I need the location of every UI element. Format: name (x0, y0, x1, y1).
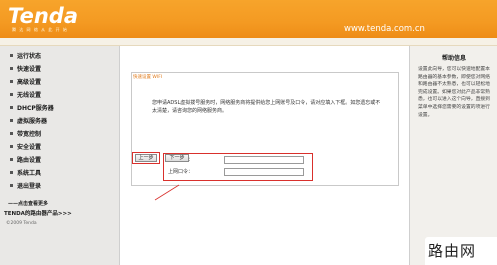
header-sub-bar (0, 38, 497, 46)
promo-link-line2[interactable]: TENDA的路由器产品>>> (4, 209, 72, 217)
bullet-icon (10, 171, 13, 174)
help-text: 设置此向导，您可以快速地配置本路由器的基本参数，即使您对网络和路由器不太熟悉，也… (418, 67, 490, 118)
bullet-icon (10, 184, 13, 187)
annotation-arrow-line (154, 184, 180, 201)
sidebar-item-label: DHCP服务器 (17, 105, 54, 112)
sidebar-item-label: 高级设置 (17, 79, 42, 86)
bullet-icon (10, 158, 13, 161)
promo-link-line1[interactable]: ——点击查看更多 (8, 200, 48, 207)
bullet-icon (10, 67, 13, 70)
sidebar-item-logout[interactable]: 退出登录 (10, 182, 41, 191)
sidebar-item-label: 带宽控制 (17, 131, 42, 138)
annotation-arrow (154, 184, 180, 201)
tenda-logo[interactable]: Tenda (8, 4, 78, 28)
sidebar-item-security[interactable]: 安全设置 (10, 143, 41, 152)
bullet-icon (10, 106, 13, 109)
sidebar-item-label: 退出登录 (17, 183, 42, 190)
sidebar-item-status[interactable]: 运行状态 (10, 52, 41, 61)
help-title: 帮助信息 (441, 55, 466, 62)
sidebar-item-wireless[interactable]: 无线设置 (10, 91, 41, 100)
sidebar-item-dhcp[interactable]: DHCP服务器 (10, 104, 54, 113)
bullet-icon (10, 80, 13, 83)
bullet-icon (10, 54, 13, 57)
sidebar-item-label: 运行状态 (17, 53, 42, 60)
watermark-text: 路由网 (428, 242, 477, 260)
sidebar-item-label: 无线设置 (17, 92, 42, 99)
sidebar-item-label: 虚拟服务器 (17, 118, 48, 125)
sidebar-item-label: 安全设置 (17, 144, 42, 151)
bullet-icon (10, 145, 13, 148)
header-bar: Tenda 腾 达 网 络 从 此 开 始 www.tenda.com.cn (0, 0, 497, 38)
sidebar-item-quick-setup[interactable]: 快速设置 (10, 65, 41, 74)
sidebar-item-system-tools[interactable]: 系统工具 (10, 169, 41, 178)
sidebar-item-bandwidth[interactable]: 带宽控制 (10, 130, 41, 139)
help-panel: 帮助信息 设置此向导，您可以快速地配置本路由器的基本参数，即使您对网络和路由器不… (409, 46, 497, 265)
bullet-icon (10, 119, 13, 122)
sidebar-item-label: 快速设置 (17, 66, 42, 73)
logo-tagline: 腾 达 网 络 从 此 开 始 (12, 27, 68, 32)
sidebar-item-label: 系统工具 (17, 170, 42, 177)
bullet-icon (10, 132, 13, 135)
sidebar-item-routing[interactable]: 路由设置 (10, 156, 41, 165)
sidebar-item-label: 路由设置 (17, 157, 42, 164)
bullet-icon (10, 93, 13, 96)
sidebar-item-advanced[interactable]: 高级设置 (10, 78, 41, 87)
main-content: 快速设置 WIFI 您申请ADSL虚拟拨号服务时，网络服务商将提供给您上网账号及… (121, 46, 409, 265)
sidebar-item-virtual-server[interactable]: 虚拟服务器 (10, 117, 47, 126)
site-url: www.tenda.com.cn (344, 24, 425, 34)
copyright: ©2009 Tenda (6, 221, 37, 226)
watermark: 路由网 (425, 237, 497, 265)
sidebar-nav: 运行状态 快速设置 高级设置 无线设置 DHCP服务器 虚拟服务器 带宽控制 安… (0, 46, 120, 265)
